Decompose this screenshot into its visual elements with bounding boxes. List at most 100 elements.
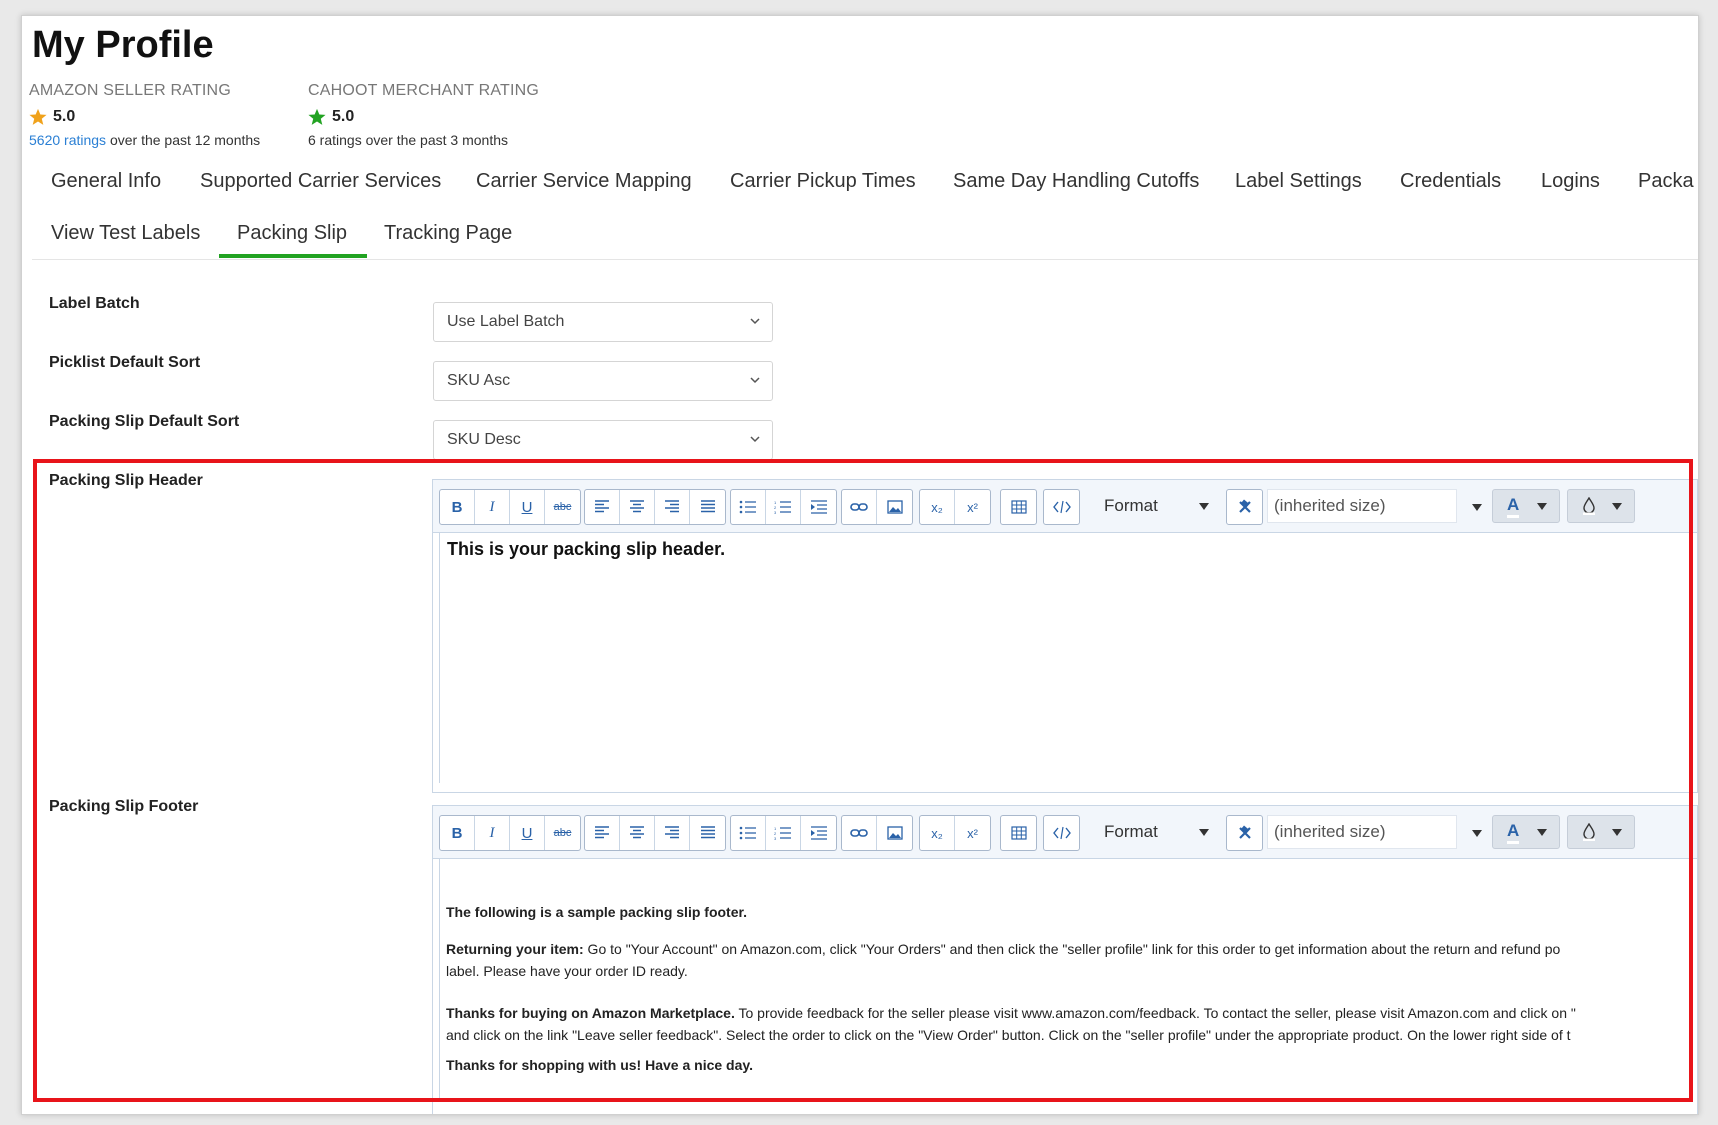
tab-carrier-pickup-times[interactable]: Carrier Pickup Times: [730, 170, 916, 193]
editor-toolbar: B I U abc 123 x₂ x² Format (inherited si…: [433, 480, 1697, 533]
clear-format-icon[interactable]: [1227, 490, 1262, 524]
chevron-down-icon: [750, 318, 760, 325]
image-icon[interactable]: [877, 816, 912, 850]
editor-toolbar: B I U abc 123 x₂ x² Format (inherited si…: [433, 806, 1697, 859]
star-icon: [29, 108, 47, 125]
tab-same-day-handling-cutoffs[interactable]: Same Day Handling Cutoffs: [953, 170, 1199, 193]
header-text: This is your packing slip header.: [447, 539, 726, 559]
label-batch-select[interactable]: Use Label Batch: [433, 302, 773, 342]
rating-period: over the past 12 months: [106, 132, 261, 148]
packing-slip-header-editor: B I U abc 123 x₂ x² Format (inherited si…: [432, 479, 1698, 793]
subscript-button[interactable]: x₂: [920, 490, 955, 524]
indent-icon[interactable]: [801, 490, 836, 524]
drop-icon: [1583, 823, 1595, 841]
underline-button[interactable]: U: [510, 490, 545, 524]
picklist-default-sort-select[interactable]: SKU Asc: [433, 361, 773, 401]
packing-slip-default-sort-label: Packing Slip Default Sort: [49, 413, 240, 430]
tab-logins[interactable]: Logins: [1541, 170, 1600, 193]
footer-returns-line2: label. Please have your order ID ready.: [446, 963, 688, 979]
strikethrough-button[interactable]: abc: [545, 490, 580, 524]
label-batch-label: Label Batch: [49, 295, 140, 312]
font-color-button[interactable]: A: [1492, 489, 1560, 523]
font-size-dropdown[interactable]: (inherited size): [1267, 489, 1482, 523]
italic-button[interactable]: I: [475, 490, 510, 524]
rating-label: AMAZON SELLER RATING: [29, 82, 231, 99]
numbered-list-icon[interactable]: 123: [766, 816, 801, 850]
image-icon[interactable]: [877, 490, 912, 524]
selected-value: SKU Asc: [447, 372, 511, 389]
align-left-icon[interactable]: [585, 816, 620, 850]
rating-value: 5.0: [53, 108, 76, 125]
rating-value: 5.0: [332, 108, 355, 125]
bold-button[interactable]: B: [440, 816, 475, 850]
bold-button[interactable]: B: [440, 490, 475, 524]
picklist-default-sort-label: Picklist Default Sort: [49, 354, 201, 371]
tab-view-test-labels[interactable]: View Test Labels: [51, 222, 200, 245]
packing-slip-default-sort-select[interactable]: SKU Desc: [433, 420, 773, 460]
align-justify-icon[interactable]: [690, 490, 725, 524]
underline-button[interactable]: U: [510, 816, 545, 850]
font-size-dropdown[interactable]: (inherited size): [1267, 815, 1482, 849]
svg-text:3: 3: [774, 836, 777, 840]
numbered-list-icon[interactable]: 123: [766, 490, 801, 524]
active-tab-indicator: [219, 254, 367, 258]
align-justify-icon[interactable]: [690, 816, 725, 850]
table-icon[interactable]: [1001, 816, 1036, 850]
tab-credentials[interactable]: Credentials: [1400, 170, 1501, 193]
code-view-icon[interactable]: [1044, 490, 1079, 524]
bullet-list-icon[interactable]: [731, 816, 766, 850]
tab-carrier-service-mapping[interactable]: Carrier Service Mapping: [476, 170, 692, 193]
caret-down-icon: [1612, 503, 1622, 510]
caret-down-icon: [1472, 830, 1482, 837]
font-color-icon: A: [1507, 821, 1520, 844]
indent-icon[interactable]: [801, 816, 836, 850]
format-dropdown[interactable]: Format: [1094, 815, 1217, 849]
tab-general-info[interactable]: General Info: [51, 170, 161, 193]
font-color-icon: A: [1507, 495, 1520, 518]
align-right-icon[interactable]: [655, 816, 690, 850]
strikethrough-button[interactable]: abc: [545, 816, 580, 850]
footer-feedback-paragraph: Thanks for buying on Amazon Marketplace.…: [446, 1005, 1576, 1021]
format-dropdown[interactable]: Format: [1094, 489, 1217, 523]
italic-button[interactable]: I: [475, 816, 510, 850]
tabs-divider: [32, 259, 1698, 260]
background-color-button[interactable]: [1567, 815, 1635, 849]
font-color-button[interactable]: A: [1492, 815, 1560, 849]
header-editor-content[interactable]: This is your packing slip header.: [439, 533, 1697, 783]
page-title: My Profile: [32, 24, 214, 66]
bullet-list-icon[interactable]: [731, 490, 766, 524]
format-label: Format: [1104, 822, 1158, 841]
align-center-icon[interactable]: [620, 816, 655, 850]
tab-packaging[interactable]: Packa: [1638, 170, 1694, 193]
superscript-button[interactable]: x²: [955, 490, 990, 524]
superscript-button[interactable]: x²: [955, 816, 990, 850]
tab-tracking-page[interactable]: Tracking Page: [384, 222, 512, 245]
packing-slip-footer-editor: B I U abc 123 x₂ x² Format (inherited si…: [432, 805, 1698, 1114]
link-icon[interactable]: [842, 816, 877, 850]
tab-label-settings[interactable]: Label Settings: [1235, 170, 1362, 193]
link-icon[interactable]: [842, 490, 877, 524]
code-view-icon[interactable]: [1044, 816, 1079, 850]
font-size-label: (inherited size): [1274, 822, 1386, 841]
amazon-seller-rating: AMAZON SELLER RATING 5.0 5620 ratings ov…: [29, 82, 260, 148]
align-center-icon[interactable]: [620, 490, 655, 524]
subscript-button[interactable]: x₂: [920, 816, 955, 850]
selected-value: SKU Desc: [447, 431, 521, 448]
tab-packing-slip[interactable]: Packing Slip: [237, 222, 347, 245]
align-left-icon[interactable]: [585, 490, 620, 524]
selected-value: Use Label Batch: [447, 313, 565, 330]
svg-text:3: 3: [774, 510, 777, 514]
footer-closing: Thanks for shopping with us! Have a nice…: [446, 1057, 754, 1073]
clear-format-icon[interactable]: [1227, 816, 1262, 850]
chevron-down-icon: [750, 377, 760, 384]
profile-page: My Profile AMAZON SELLER RATING 5.0 5620…: [21, 15, 1699, 1115]
align-right-icon[interactable]: [655, 490, 690, 524]
packing-slip-header-label: Packing Slip Header: [49, 472, 203, 489]
tab-supported-carrier-services[interactable]: Supported Carrier Services: [200, 170, 441, 193]
background-color-button[interactable]: [1567, 489, 1635, 523]
ratings-count-link[interactable]: 5620 ratings: [29, 132, 106, 148]
chevron-down-icon: [750, 436, 760, 443]
format-label: Format: [1104, 496, 1158, 515]
table-icon[interactable]: [1001, 490, 1036, 524]
footer-editor-content[interactable]: The following is a sample packing slip f…: [439, 859, 1697, 1099]
